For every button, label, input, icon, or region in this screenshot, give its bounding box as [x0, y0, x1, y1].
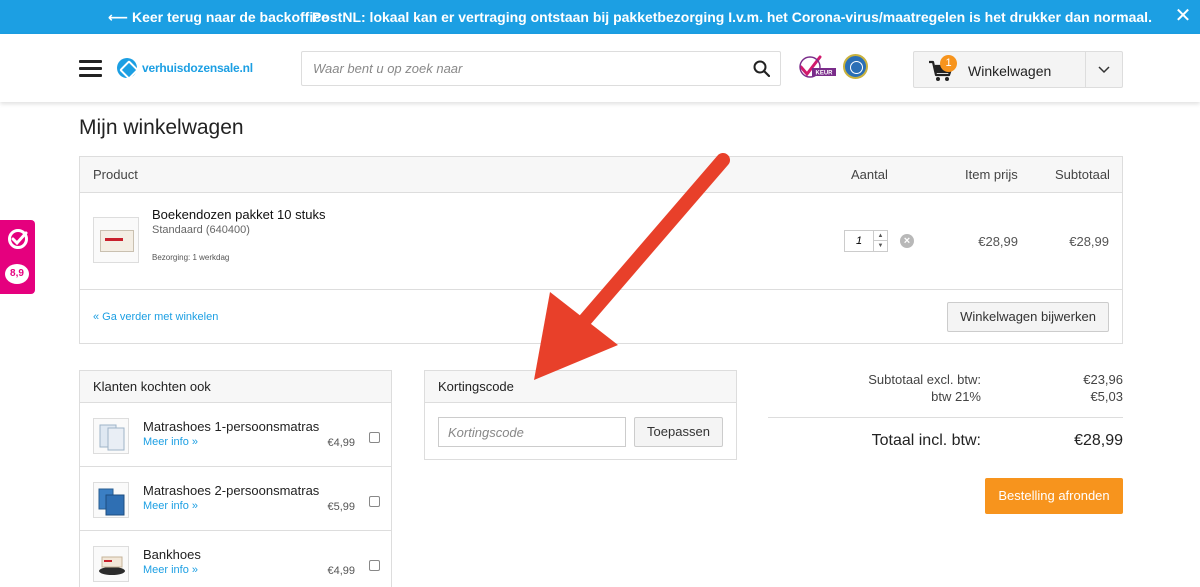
more-info-link[interactable]: Meer info » [143, 500, 198, 512]
coupon-input[interactable] [438, 417, 626, 447]
page-title: Mijn winkelwagen [79, 116, 244, 139]
more-info-link[interactable]: Meer info » [143, 436, 198, 448]
checkout-button[interactable]: Bestelling afronden [985, 478, 1123, 514]
list-item: Bankhoes Meer info » €4,99 [80, 531, 391, 587]
column-product: Product [93, 167, 138, 182]
totals-divider [768, 417, 1123, 418]
product-name[interactable]: Boekendozen pakket 10 stuks [152, 207, 325, 222]
review-widget[interactable]: 8,9 [0, 220, 35, 294]
also-bought-title: Klanten kochten ook [80, 371, 391, 403]
also-item-price: €4,99 [327, 565, 355, 577]
apply-coupon-button[interactable]: Toepassen [634, 417, 723, 447]
cart-button[interactable]: 1 Winkelwagen [913, 51, 1123, 88]
row-divider [80, 289, 1122, 290]
product-thumbnail[interactable] [93, 546, 129, 582]
product-thumbnail[interactable] [93, 418, 129, 454]
item-price: €28,99 [978, 234, 1018, 249]
total-label: Totaal incl. btw: [871, 432, 981, 449]
search-icon[interactable] [753, 60, 770, 77]
review-score: 8,9 [5, 264, 29, 284]
search-input[interactable] [302, 52, 742, 85]
chevron-down-icon[interactable] [1097, 63, 1111, 77]
notice-message: PostNL: lokaal kan er vertraging ontstaa… [312, 9, 1152, 25]
total-value: €28,99 [1074, 432, 1123, 449]
add-checkbox[interactable] [369, 432, 380, 443]
quantity-stepper[interactable]: ▲ ▼ [844, 230, 888, 252]
also-item-price: €4,99 [327, 437, 355, 449]
cart-divider [1085, 52, 1086, 87]
kiyoh-icon [8, 229, 28, 249]
coupon-title: Kortingscode [425, 371, 736, 403]
vat-value: €5,03 [1090, 389, 1123, 404]
quantity-spinner[interactable]: ▲ ▼ [873, 231, 887, 251]
remove-item-icon[interactable]: × [900, 234, 914, 248]
more-info-link[interactable]: Meer info » [143, 564, 198, 576]
quantity-input[interactable] [845, 231, 873, 251]
cart-label: Winkelwagen [968, 63, 1052, 79]
coupon-panel: Kortingscode Toepassen [424, 370, 737, 460]
product-delivery: Bezorging: 1 werkdag [152, 253, 230, 262]
also-item-price: €5,99 [327, 501, 355, 513]
cart-table: Product Aantal Item prijs Subtotaal Boek… [79, 156, 1123, 344]
search-bar [301, 51, 781, 86]
cart-count-badge: 1 [940, 55, 957, 72]
keur-text: KEUR [815, 71, 833, 77]
close-icon[interactable]: ✕ [1172, 5, 1194, 27]
column-quantity: Aantal [851, 167, 888, 182]
back-to-backoffice-link[interactable]: ⟵ Keer terug naar de backoffice [108, 9, 329, 26]
subtotal-excl-label: Subtotaal excl. btw: [868, 372, 981, 387]
decrement-icon[interactable]: ▼ [874, 241, 887, 251]
add-checkbox[interactable] [369, 496, 380, 507]
product-image[interactable] [93, 217, 139, 263]
product-variant: Standaard (640400) [152, 224, 250, 236]
update-cart-button[interactable]: Winkelwagen bijwerken [947, 302, 1109, 332]
list-item: Matrashoes 1-persoonsmatras Meer info » … [80, 403, 391, 467]
list-item: Matrashoes 2-persoonsmatras Meer info » … [80, 467, 391, 531]
add-checkbox[interactable] [369, 560, 380, 571]
site-header: verhuisdozensale.nl KEUR 1 Winkelwagen [0, 34, 1200, 102]
logo-icon [117, 58, 137, 78]
also-item-name[interactable]: Bankhoes [143, 547, 201, 562]
logo-text: verhuisdozensale.nl [142, 61, 253, 75]
subtotal-excl-value: €23,96 [1083, 372, 1123, 387]
site-logo[interactable]: verhuisdozensale.nl [117, 58, 253, 78]
also-bought-panel: Klanten kochten ook Matrashoes 1-persoon… [79, 370, 392, 587]
also-item-name[interactable]: Matrashoes 2-persoonsmatras [143, 483, 319, 498]
quality-seal-icon [843, 54, 868, 79]
column-item-price: Item prijs [965, 167, 1018, 182]
webshop-keur-badge: KEUR [799, 55, 836, 78]
item-subtotal: €28,99 [1069, 234, 1109, 249]
continue-shopping-link[interactable]: « Ga verder met winkelen [93, 311, 218, 323]
also-item-name[interactable]: Matrashoes 1-persoonsmatras [143, 419, 319, 434]
column-subtotal: Subtotaal [1055, 167, 1110, 182]
menu-icon[interactable] [79, 60, 102, 77]
increment-icon[interactable]: ▲ [874, 231, 887, 241]
notice-bar: ⟵ Keer terug naar de backoffice PostNL: … [0, 0, 1200, 34]
product-thumbnail[interactable] [93, 482, 129, 518]
vat-label: btw 21% [931, 389, 981, 404]
